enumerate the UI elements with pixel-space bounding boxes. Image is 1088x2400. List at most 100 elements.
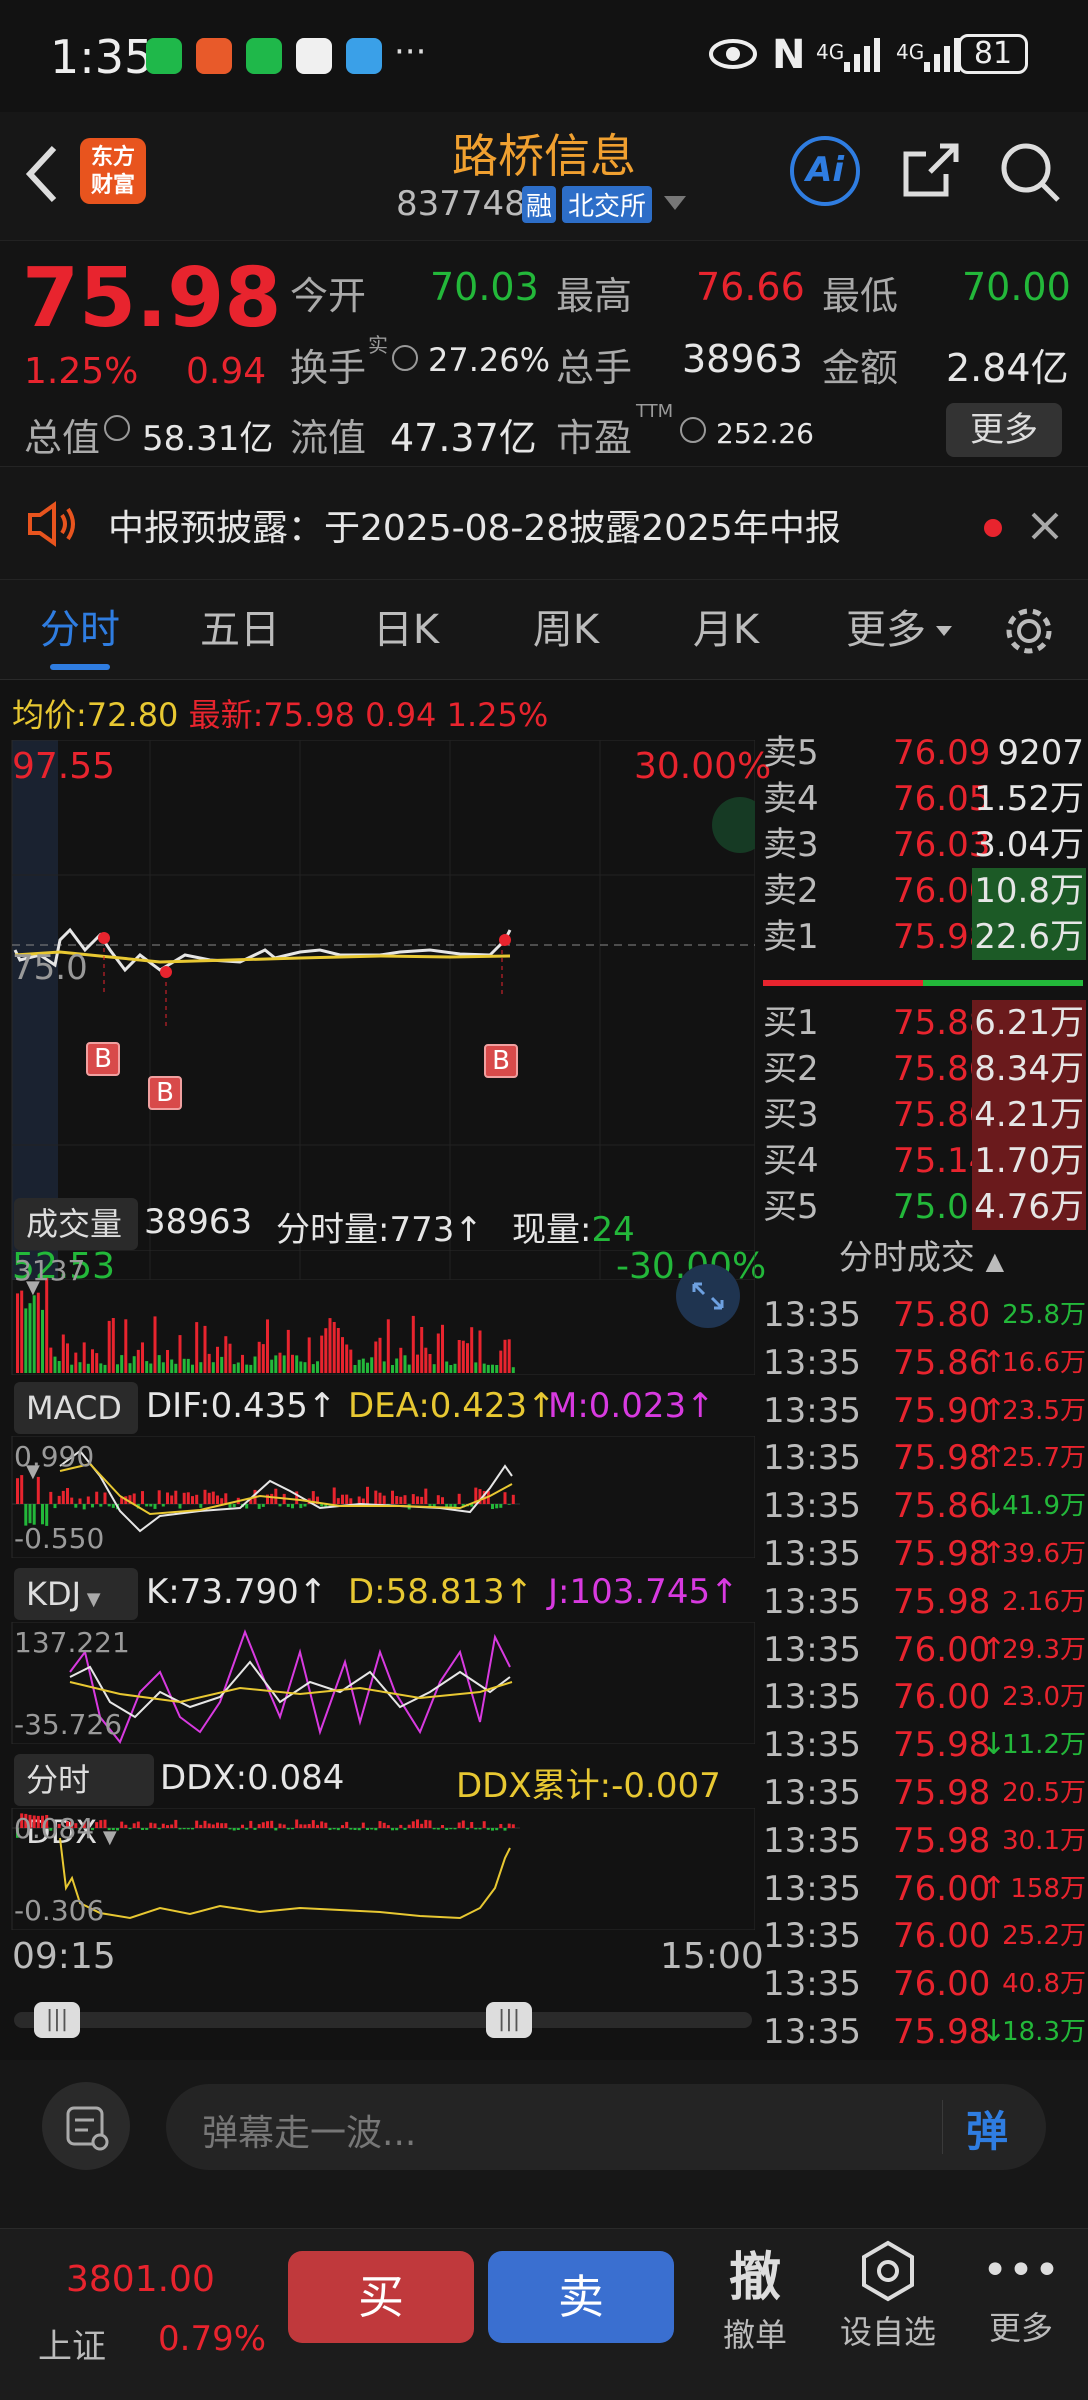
indicator-bar	[124, 1319, 128, 1373]
indicator-bar	[257, 1824, 261, 1828]
settings-gear-icon[interactable]	[1002, 604, 1056, 658]
index-name[interactable]: 上证	[38, 2319, 106, 2368]
indicator-bar	[291, 1354, 294, 1373]
close-icon[interactable]	[1030, 511, 1060, 541]
buy-marker[interactable]: B	[86, 1042, 120, 1076]
trade-price: 75.98	[893, 1534, 991, 1574]
indicator-bar	[424, 1488, 428, 1504]
bid-row[interactable]: 买4 75.14 1.70万	[755, 1138, 1088, 1184]
indicator-bar	[207, 1353, 211, 1373]
tab-monthly[interactable]: 月K	[666, 580, 786, 680]
ask-row[interactable]: 卖4 76.05 1.52万	[755, 776, 1088, 822]
indicator-bar	[470, 1822, 474, 1828]
danmu-settings-button[interactable]	[42, 2082, 130, 2170]
tab-daily[interactable]: 日K	[346, 580, 466, 680]
indicator-bar	[203, 1489, 207, 1504]
ask-volume: 3.04万	[974, 825, 1084, 865]
sell-button[interactable]: 卖	[488, 2251, 674, 2343]
dropdown-icon[interactable]	[664, 196, 686, 210]
trade-list-header[interactable]: 分时成交 ▲	[755, 1230, 1088, 1289]
indicator-bar	[61, 1490, 65, 1504]
indicator-bar	[149, 1822, 153, 1828]
volume-selector[interactable]: 成交量 ▼	[14, 1198, 138, 1298]
trade-list[interactable]: 分时成交 ▲ 13:35 75.80 25.8万 13:35 75.86 ↑ 16.6万 13…	[755, 1230, 1088, 2060]
range-handle-right[interactable]: |||	[486, 2002, 532, 2038]
indicator-bar	[395, 1358, 399, 1373]
indicator-bar	[482, 1821, 486, 1828]
cancel-order-button[interactable]: 撤 撤单	[700, 2235, 810, 2356]
trade-time: 13:35	[763, 1390, 861, 1431]
bid-row[interactable]: 买2 75.86 8.34万	[755, 1046, 1088, 1092]
indicator-bar	[449, 1365, 453, 1373]
stock-header: 东方 财富 路桥信息 837748 融 北交所 Ai	[0, 112, 1088, 240]
buy-marker[interactable]: B	[484, 1044, 518, 1078]
trade-row: 13:35 76.00 ↑ 29.3万	[755, 1627, 1088, 1675]
indicator-bar	[95, 1822, 99, 1828]
indicator-bar	[116, 1364, 119, 1373]
volume-value: 38963	[682, 337, 803, 381]
indicator-bar	[228, 1504, 232, 1508]
more-menu-button[interactable]: ••• 更多	[966, 2239, 1076, 2349]
minute-volume: 分时量:773↑	[276, 1202, 483, 1251]
index-change[interactable]: 0.79%	[158, 2319, 266, 2359]
logo[interactable]: 东方 财富	[80, 138, 146, 204]
info-icon-2[interactable]	[104, 415, 130, 441]
macd-selector[interactable]: MACD ▼	[14, 1382, 138, 1482]
ai-button[interactable]: Ai	[790, 136, 860, 206]
macd-chart[interactable]	[0, 1436, 755, 1558]
indicator-bar	[336, 1498, 340, 1504]
change-percent: 1.25%	[24, 351, 139, 392]
danmu-toggle[interactable]: 弹	[966, 2098, 1008, 2159]
range-handle-left[interactable]: |||	[34, 2002, 80, 2038]
ddx-selector[interactable]: 分时DDX ▼	[14, 1754, 154, 1851]
share-icon[interactable]	[900, 140, 960, 200]
indicator-bar	[74, 1504, 78, 1508]
volume-ymax: 3137	[14, 1254, 86, 1287]
ddx-chart[interactable]	[0, 1808, 755, 1930]
ask-row[interactable]: 卖3 76.03 3.04万	[755, 822, 1088, 868]
ask-row[interactable]: 卖5 76.09 9207	[755, 730, 1088, 776]
indicator-bar	[466, 1828, 469, 1830]
info-icon[interactable]	[392, 345, 418, 371]
notice-bar[interactable]: 中报预披露：于2025-08-28披露2025年中报	[0, 466, 1088, 580]
comment-input[interactable]: 弹幕走一波... 弹	[166, 2084, 1046, 2170]
trade-volume: 11.2万	[1002, 1730, 1086, 1761]
tab-5day[interactable]: 五日	[180, 580, 300, 680]
ask-row[interactable]: 卖2 76.00 10.8万	[755, 868, 1088, 914]
indicator-bar	[299, 1361, 303, 1373]
battery-indicator: 81	[958, 34, 1028, 74]
range-slider-track[interactable]	[14, 2012, 752, 2028]
pe-label: 市盈	[556, 416, 633, 460]
info-icon-3[interactable]	[680, 417, 706, 443]
volume-chart[interactable]	[0, 1250, 755, 1375]
high-value: 76.66	[696, 265, 805, 309]
amount-value: 2.84亿	[946, 346, 1069, 390]
tab-weekly[interactable]: 周K	[506, 580, 626, 680]
ask-row[interactable]: 卖1 75.98 22.6万	[755, 914, 1088, 960]
tab-more[interactable]: 更多	[836, 580, 936, 680]
indicator-bar	[86, 1496, 90, 1504]
buy-marker[interactable]: B	[148, 1076, 182, 1110]
add-watchlist-button[interactable]: 设自选	[830, 2239, 946, 2353]
unread-dot	[984, 519, 1002, 537]
indicator-bar	[157, 1355, 161, 1373]
bid-row[interactable]: 买3 75.80 4.21万	[755, 1092, 1088, 1138]
indicator-bar	[320, 1821, 324, 1828]
more-quote-button[interactable]: 更多	[946, 403, 1062, 457]
indicator-bar	[278, 1352, 282, 1373]
bid-row[interactable]: 买1 75.88 6.21万	[755, 1000, 1088, 1046]
indicator-bar	[303, 1362, 307, 1373]
ask-ratio-bar	[763, 980, 923, 986]
trade-volume: 16.6万	[1002, 1347, 1086, 1378]
indicator-bar	[107, 1504, 111, 1507]
exchange-tag: 北交所	[562, 186, 653, 223]
back-icon[interactable]	[22, 142, 62, 206]
kdj-selector[interactable]: KDJ ▼	[14, 1568, 138, 1620]
indicator-bar	[182, 1358, 186, 1373]
buy-button[interactable]: 买	[288, 2251, 474, 2343]
latest-change-pct: 1.25%	[446, 696, 549, 734]
indicator-bar	[141, 1342, 144, 1373]
index-value[interactable]: 3801.00	[66, 2259, 215, 2300]
bid-row[interactable]: 买5 75.01 4.76万	[755, 1184, 1088, 1230]
search-icon[interactable]	[998, 140, 1062, 204]
